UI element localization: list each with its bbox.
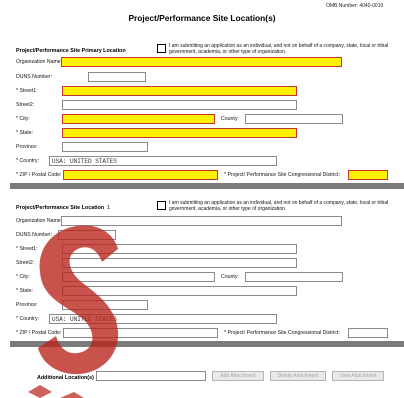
location1-section-title: Project/Performance Site Location 1 [16, 205, 111, 211]
location1-county-field[interactable] [245, 272, 343, 282]
location1-district-field[interactable] [348, 328, 388, 338]
location1-street2-label: Street2: [16, 260, 35, 266]
additional-locations-field[interactable] [96, 371, 206, 381]
delete-attachment-button[interactable]: Delete Attachment [270, 371, 326, 381]
primary-province-field[interactable] [62, 142, 148, 152]
primary-duns-label: DUNS Number: [16, 74, 53, 80]
location1-country-field[interactable]: USA: UNITED STATES [49, 314, 277, 324]
primary-district-label: * Project/ Performance Site Congressiona… [224, 172, 340, 178]
location1-city-field[interactable] [62, 272, 215, 282]
location1-state-field[interactable] [62, 286, 297, 296]
page-title: Project/Performance Site Location(s) [128, 13, 276, 23]
location1-country-label: * Country: [16, 316, 40, 322]
location1-zip-label: * ZIP / Postal Code: [16, 330, 62, 336]
watermark-diamond-shape [28, 385, 52, 398]
primary-street2-field[interactable] [62, 100, 297, 110]
location1-individual-note: I am submitting an application as an ind… [169, 200, 389, 212]
location1-city-label: * City: [16, 274, 30, 280]
location1-province-label: Province: [16, 302, 38, 308]
location1-org-label: Organization Name: [16, 218, 63, 224]
additional-locations-label: Additional Location(s) [37, 375, 94, 381]
section-divider [10, 183, 404, 189]
primary-district-field[interactable] [348, 170, 388, 180]
primary-duns-field[interactable] [88, 72, 146, 82]
primary-country-field[interactable]: USA: UNITED STATES [49, 156, 277, 166]
location1-street1-label: * Street1: [16, 246, 38, 252]
watermark-corner-shape [60, 392, 84, 398]
location1-district-label: * Project/ Performance Site Congressiona… [224, 330, 340, 336]
location1-org-field[interactable] [61, 216, 342, 226]
section-divider-2 [10, 341, 404, 347]
location1-number: 1 [107, 205, 111, 211]
primary-county-field[interactable] [245, 114, 343, 124]
omb-number: OMB Number: 4040-0010 [326, 3, 384, 9]
location1-duns-field[interactable] [58, 230, 116, 240]
primary-org-field[interactable] [61, 57, 342, 67]
primary-org-label: Organization Name: [16, 59, 63, 65]
primary-zip-field[interactable] [63, 170, 218, 180]
location1-state-label: * State: [16, 288, 34, 294]
primary-section-title: Project/Performance Site Primary Locatio… [16, 48, 126, 54]
primary-individual-note: I am submitting an application as an ind… [169, 43, 389, 55]
view-attachment-button[interactable]: View Attachment [332, 371, 384, 381]
primary-country-label: * Country: [16, 158, 40, 164]
primary-county-label: County: [221, 116, 239, 122]
add-attachment-button[interactable]: Add Attachment [212, 371, 264, 381]
primary-province-label: Province: [16, 144, 38, 150]
primary-street1-field[interactable] [62, 86, 297, 96]
primary-city-label: * City: [16, 116, 30, 122]
primary-city-field[interactable] [62, 114, 215, 124]
location1-zip-field[interactable] [63, 328, 218, 338]
primary-state-label: * State: [16, 130, 34, 136]
location1-county-label: County: [221, 274, 239, 280]
primary-zip-label: * ZIP / Postal Code: [16, 172, 62, 178]
primary-individual-checkbox[interactable] [157, 44, 166, 53]
location1-province-field[interactable] [62, 300, 148, 310]
primary-street2-label: Street2: [16, 102, 35, 108]
location1-duns-label: DUNS Number: [16, 232, 53, 238]
location1-individual-checkbox[interactable] [157, 201, 166, 210]
primary-street1-label: * Street1: [16, 88, 38, 94]
primary-state-field[interactable] [62, 128, 297, 138]
location1-street1-field[interactable] [62, 244, 297, 254]
location1-street2-field[interactable] [62, 258, 297, 268]
